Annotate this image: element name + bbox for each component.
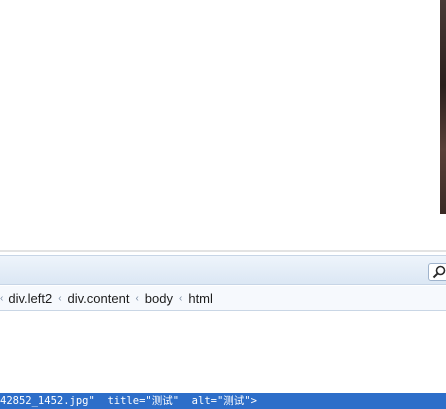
chevron-left-icon: ‹: [58, 292, 62, 304]
browser-window: ‹ div.left2 ‹ div.content ‹ body ‹ html …: [0, 0, 446, 409]
chevron-left-icon: ‹: [0, 292, 4, 304]
devtools-toolbar: [0, 255, 446, 285]
devtools-content-area[interactable]: [0, 311, 446, 393]
breadcrumb-item-html[interactable]: html: [188, 291, 213, 306]
chevron-left-icon: ‹: [135, 292, 139, 304]
chevron-left-icon: ‹: [179, 292, 183, 304]
breadcrumb-item-div-left2[interactable]: div.left2: [8, 291, 52, 306]
status-bar: 42852_1452.jpg" title="测试" alt="测试">: [0, 393, 446, 409]
search-icon: [432, 265, 446, 279]
search-button[interactable]: [428, 263, 446, 281]
dom-breadcrumb: ‹ div.left2 ‹ div.content ‹ body ‹ html: [0, 286, 446, 311]
partial-image[interactable]: [440, 0, 446, 214]
image-caption-fragment: [440, 216, 446, 230]
developer-tools-panel: ‹ div.left2 ‹ div.content ‹ body ‹ html …: [0, 252, 446, 409]
breadcrumb-item-body[interactable]: body: [145, 291, 173, 306]
breadcrumb-item-div-content[interactable]: div.content: [68, 291, 130, 306]
page-viewport: [0, 0, 446, 252]
